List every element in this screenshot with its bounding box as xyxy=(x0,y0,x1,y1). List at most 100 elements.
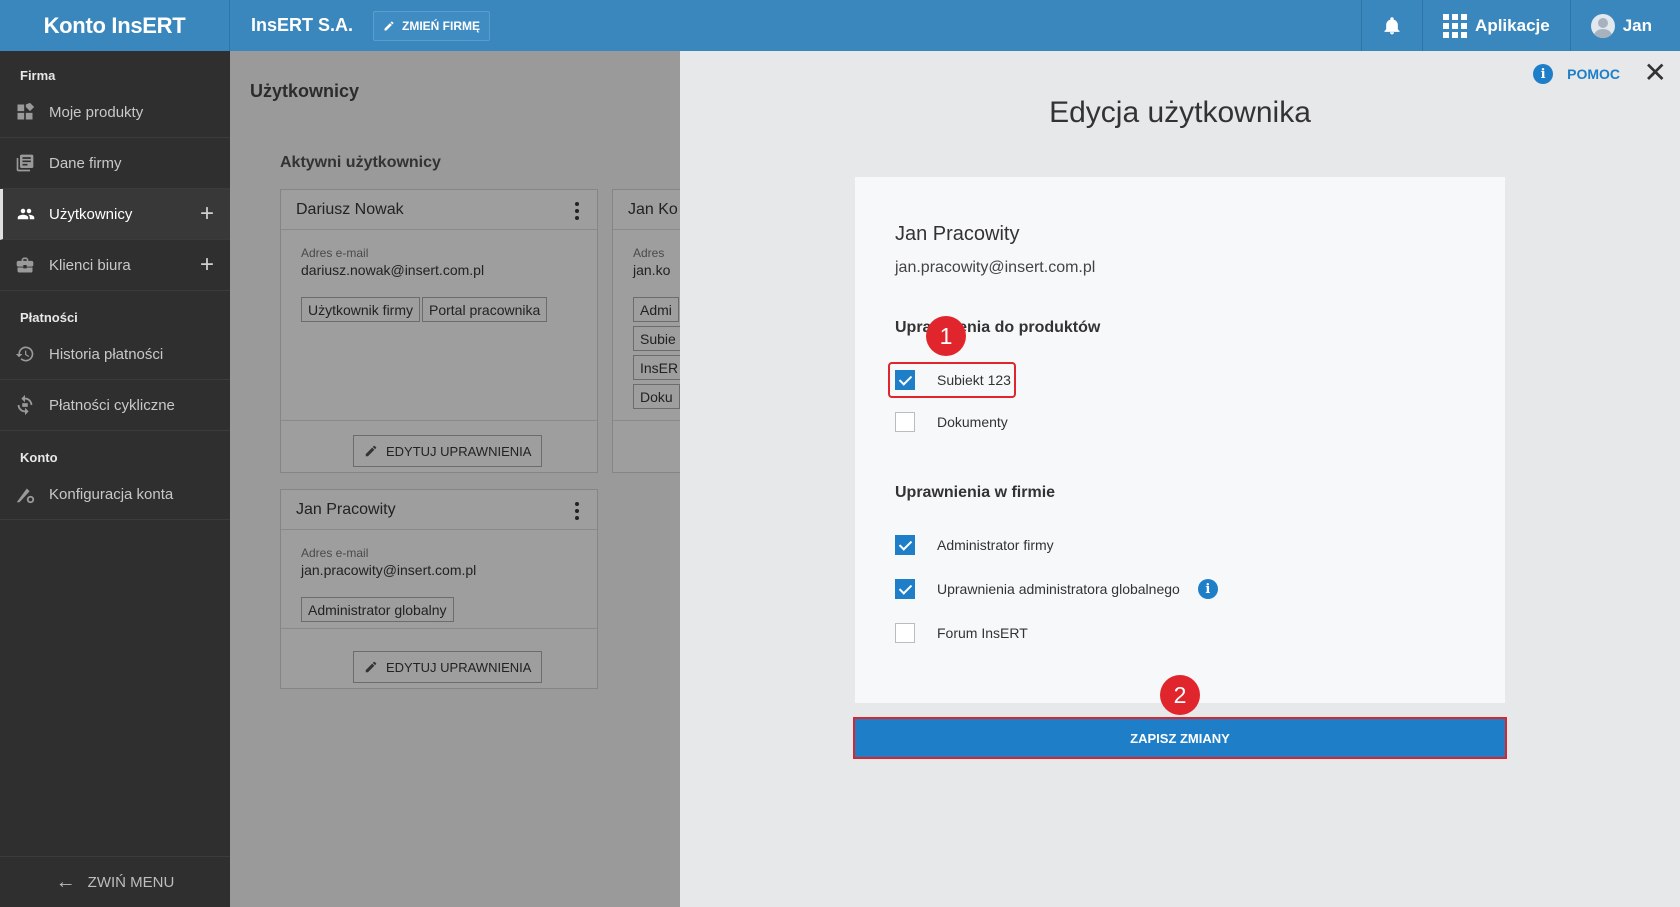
user-menu-button[interactable]: Jan xyxy=(1569,0,1680,51)
user-permissions-form: Jan Pracowity jan.pracowity@insert.com.p… xyxy=(855,177,1505,703)
info-icon: i xyxy=(1533,64,1554,84)
more-options-icon[interactable] xyxy=(575,502,579,520)
sidebar-section-konto: Konto xyxy=(20,450,58,465)
edit-permissions-button[interactable]: EDYTUJ UPRAWNIENIA xyxy=(353,651,543,683)
edit-permissions-button[interactable]: EDYTUJ UPRAWNIENIA xyxy=(353,435,543,467)
add-user-icon[interactable]: + xyxy=(200,200,214,228)
pencil-icon xyxy=(384,20,394,30)
checkbox[interactable] xyxy=(895,412,915,432)
email-label: Adres e-mail xyxy=(301,246,369,260)
page-title: Użytkownicy xyxy=(250,81,360,101)
product-checkbox-dokumenty[interactable]: Dokumenty xyxy=(895,412,1008,432)
pencil-icon xyxy=(365,445,377,457)
user-full-name: Jan Pracowity xyxy=(895,223,1020,245)
email-value: dariusz.nowak@insert.com.pl xyxy=(301,262,485,278)
collapse-menu-label: ZWIŃ MENU xyxy=(87,873,175,891)
sidebar-item-label: Historia płatności xyxy=(49,345,164,363)
apps-label: Aplikacje xyxy=(1475,15,1550,35)
checkbox-label: Administrator firmy xyxy=(937,537,1054,553)
edit-permissions-label: EDYTUJ UPRAWNIENIA xyxy=(386,443,532,459)
sidebar-section-firma: Firma xyxy=(20,68,56,83)
sidebar-item-moje-produkty[interactable]: Moje produkty xyxy=(0,87,230,138)
sidebar-item-label: Dane firmy xyxy=(49,154,122,172)
annotation-step-1: 1 xyxy=(926,316,966,356)
sidebar-item-uzytkownicy[interactable]: Użytkownicy + xyxy=(0,189,230,240)
company-name: InsERT S.A. xyxy=(251,15,354,35)
help-link[interactable]: i POMOC xyxy=(1533,64,1620,84)
help-label: POMOC xyxy=(1567,66,1620,82)
save-changes-button[interactable]: ZAPISZ ZMIANY xyxy=(853,717,1507,759)
role-tag: Portal pracownika xyxy=(422,297,548,322)
change-company-button[interactable]: ZMIEŃ FIRMĘ xyxy=(373,10,491,41)
brand-logo[interactable]: Konto InsERT xyxy=(0,0,230,51)
user-card-name: Dariusz Nowak xyxy=(296,200,404,218)
sidebar-item-label: Użytkownicy xyxy=(49,205,133,223)
role-tag: Użytkownik firmy xyxy=(301,297,421,322)
recurring-payment-icon xyxy=(0,394,49,416)
sidebar: Firma Moje produkty Dane firmy Użytkowni… xyxy=(0,51,230,907)
user-card-jan-pracowity: Jan Pracowity Adres e-mail jan.pracowity… xyxy=(280,489,598,689)
document-list-icon xyxy=(0,153,49,173)
perm-checkbox-global-admin[interactable]: Uprawnienia administratora globalnego i xyxy=(895,579,1218,599)
collapse-menu-button[interactable]: ← ZWIŃ MENU xyxy=(0,856,230,907)
checkbox[interactable] xyxy=(895,623,915,643)
checkbox[interactable] xyxy=(895,535,915,555)
section-title: Aktywni użytkownicy xyxy=(280,154,441,171)
company-permissions-heading: Uprawnienia w firmie xyxy=(895,484,1056,501)
dashboard-icon xyxy=(0,102,49,122)
sidebar-item-label: Moje produkty xyxy=(49,103,144,121)
checkbox[interactable] xyxy=(895,579,915,599)
info-icon[interactable]: i xyxy=(1197,579,1218,599)
annotation-highlight-box xyxy=(888,362,1016,398)
briefcase-icon xyxy=(0,255,49,275)
edit-user-panel: i POMOC ✕ Edycja użytkownika Jan Pracowi… xyxy=(680,51,1680,907)
bell-icon xyxy=(1384,16,1400,34)
more-options-icon[interactable] xyxy=(575,202,579,220)
checkbox-label: Forum InsERT xyxy=(937,625,1028,641)
checkbox-label: Uprawnienia administratora globalnego xyxy=(937,581,1180,597)
settings-config-icon xyxy=(0,483,49,505)
add-client-icon[interactable]: + xyxy=(200,251,214,279)
user-email: jan.pracowity@insert.com.pl xyxy=(895,259,1096,276)
sidebar-item-klienci-biura[interactable]: Klienci biura + xyxy=(0,240,230,291)
sidebar-item-platnosci-cykliczne[interactable]: Płatności cykliczne xyxy=(0,380,230,431)
pencil-icon xyxy=(365,661,377,673)
role-tag: InsER xyxy=(633,355,686,380)
history-icon xyxy=(0,344,49,364)
sidebar-item-label: Klienci biura xyxy=(49,256,131,274)
perm-checkbox-administrator-firmy[interactable]: Administrator firmy xyxy=(895,535,1054,555)
user-card-header: Jan Pracowity xyxy=(281,490,597,530)
user-card-name: Jan Ko xyxy=(628,200,678,218)
close-icon[interactable]: ✕ xyxy=(1644,59,1667,87)
notifications-button[interactable] xyxy=(1361,0,1422,51)
sidebar-item-dane-firmy[interactable]: Dane firmy xyxy=(0,138,230,189)
sidebar-item-historia-platnosci[interactable]: Historia płatności xyxy=(0,329,230,380)
email-value: jan.ko xyxy=(633,262,671,278)
panel-title: Edycja użytkownika xyxy=(1049,96,1311,129)
users-icon xyxy=(3,205,49,223)
perm-checkbox-forum-insert[interactable]: Forum InsERT xyxy=(895,623,1028,643)
change-company-label: ZMIEŃ FIRMĘ xyxy=(402,18,481,33)
sidebar-item-konfiguracja-konta[interactable]: Konfiguracja konta xyxy=(0,469,230,520)
email-label: Adres e-mail xyxy=(301,546,369,560)
top-bar: Konto InsERT InsERT S.A. ZMIEŃ FIRMĘ Apl… xyxy=(0,0,1680,51)
avatar xyxy=(1590,13,1615,38)
edit-permissions-label: EDYTUJ UPRAWNIENIA xyxy=(386,659,532,675)
checkbox-label: Dokumenty xyxy=(937,414,1008,430)
annotation-step-2: 2 xyxy=(1160,675,1200,715)
user-card-header: Dariusz Nowak xyxy=(281,190,597,230)
role-tag: Subie xyxy=(633,326,683,351)
user-card-dariusz-nowak: Dariusz Nowak Adres e-mail dariusz.nowak… xyxy=(280,189,598,473)
email-value: jan.pracowity@insert.com.pl xyxy=(301,562,477,578)
role-tag: Doku xyxy=(633,384,680,409)
email-label: Adres xyxy=(633,246,665,260)
role-tag: Admi xyxy=(633,297,679,322)
arrow-left-icon: ← xyxy=(55,870,76,893)
user-card-name: Jan Pracowity xyxy=(296,500,396,518)
apps-grid-icon xyxy=(1443,13,1468,38)
sidebar-item-label: Płatności cykliczne xyxy=(49,396,175,414)
role-tag: Administrator globalny xyxy=(301,597,454,622)
apps-button[interactable]: Aplikacje xyxy=(1422,0,1570,51)
sidebar-item-label: Konfiguracja konta xyxy=(49,485,174,503)
main-content: Użytkownicy Aktywni użytkownicy Dariusz … xyxy=(230,51,812,907)
